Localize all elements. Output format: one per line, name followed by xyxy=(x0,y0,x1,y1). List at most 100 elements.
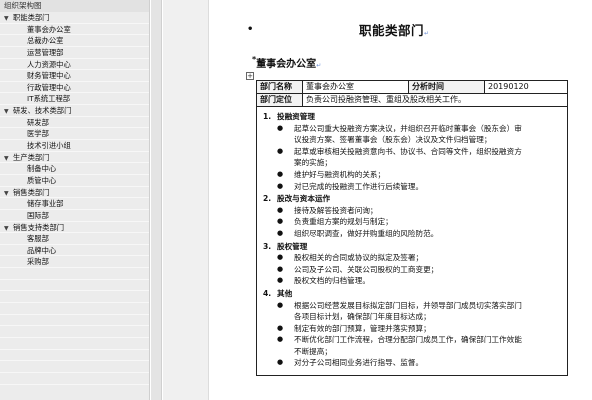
disclosure-triangle-icon[interactable]: ▼ xyxy=(4,223,13,235)
navigation-pane-title: 组织架构图 xyxy=(0,0,149,12)
nav-item-label: 销售类部门 xyxy=(13,187,50,197)
scroll-gutter[interactable] xyxy=(151,0,162,400)
duty-item: ● 公司及子公司、关联公司股权的工商变更； xyxy=(263,264,561,276)
nav-item[interactable]: 总裁办公室 xyxy=(0,35,149,47)
nav-empty-row xyxy=(0,291,149,304)
duty-item: ● 对分子公司相同业务进行指导、监督。 xyxy=(263,357,561,369)
duty-item: ● 股权相关的合同或协议的拟定及签署； xyxy=(263,252,561,264)
nav-item-label: 行政管理中心 xyxy=(27,82,71,92)
nav-item-label: 采购部 xyxy=(27,257,49,267)
bullet-icon: ● xyxy=(277,205,284,214)
nav-item[interactable]: 客服部 xyxy=(0,233,149,245)
duty-item: ● 接待及解答投资者问询； xyxy=(263,205,561,217)
nav-item-label: 客服部 xyxy=(27,234,49,244)
nav-category[interactable]: ▼ 生产类部门 xyxy=(0,152,149,164)
nav-empty-row xyxy=(0,268,149,280)
duty-group-number: 4. xyxy=(263,288,272,298)
nav-item[interactable]: 行政管理中心 xyxy=(0,82,149,94)
nav-item-label: 销售支持类部门 xyxy=(13,222,65,232)
disclosure-triangle-icon[interactable]: ▼ xyxy=(4,188,13,200)
nav-empty-row xyxy=(0,280,149,292)
duty-item: ● 对已完成的投融资工作进行后续管理。 xyxy=(263,181,561,193)
duty-group-title: 1. 投融资管理 xyxy=(263,111,561,123)
nav-item[interactable]: 国际部 xyxy=(0,210,149,222)
bullet-icon: ● xyxy=(277,335,284,344)
nav-item[interactable]: 人力资源中心 xyxy=(0,59,149,71)
bullet-icon: ● xyxy=(277,217,284,226)
page-title: 职能类部门↵ xyxy=(359,20,430,39)
duty-group-title-text: 股改与资本运作 xyxy=(277,194,331,204)
nav-category[interactable]: ▼ 销售类部门 xyxy=(0,187,149,199)
nav-item[interactable]: 董事会办公室 xyxy=(0,24,149,36)
bullet-icon: ● xyxy=(277,228,284,237)
nav-item[interactable]: 制备中心 xyxy=(0,163,149,175)
duty-group-title: 3. 股权管理 xyxy=(263,241,561,253)
duty-item-line: 公司及子公司、关联公司股权的工商变更； xyxy=(294,264,439,274)
nav-item-label: 董事会办公室 xyxy=(27,24,71,34)
duty-item-continuation: 不断提高； xyxy=(294,346,332,356)
duty-item-continuation: 议投资方案、签署董事会（股东会）决议及文件归档管理； xyxy=(294,135,492,145)
disclosure-triangle-icon[interactable]: ▼ xyxy=(4,153,13,165)
nav-item[interactable]: 储存事业部 xyxy=(0,198,149,210)
paragraph-mark-icon: ↵ xyxy=(316,62,322,69)
duty-item-text: 不断优化部门工作流程，合理分配部门成员工作，确保部门工作效能 xyxy=(294,334,561,346)
nav-empty-row xyxy=(0,303,149,315)
nav-item[interactable]: 财务管理中心 xyxy=(0,70,149,82)
duty-item-text: 起草公司重大投融资方案决议，并组织召开临时董事会（股东会）审 xyxy=(294,123,561,135)
duties-cell[interactable]: 1. 投融资管理 ● 起草公司重大投融资方案决议，并组织召开临时董事会（股东会）审 议投… xyxy=(257,107,567,369)
duty-group-number: 3. xyxy=(263,241,272,251)
paragraph-mark-icon: ↵ xyxy=(424,30,430,37)
analysis-time-value[interactable]: 20190120 xyxy=(485,81,567,93)
title-bullet: • xyxy=(247,24,254,35)
duty-item: ● 不断优化部门工作流程，合理分配部门成员工作，确保部门工作效能 xyxy=(263,334,561,346)
duty-item-line: 维护好与融资机构的关系； xyxy=(294,169,386,179)
duty-item: ● 根据公司经营发展目标拟定部门目标，并领导部门成员切实落实部门 xyxy=(263,300,561,312)
nav-item[interactable]: IT系统工程部 xyxy=(0,93,149,106)
nav-item-label: 国际部 xyxy=(27,210,49,220)
nav-item[interactable]: 品牌中心 xyxy=(0,245,149,257)
duty-item-continuation: 案的实施； xyxy=(294,158,332,168)
disclosure-triangle-icon[interactable]: ▼ xyxy=(4,13,13,25)
nav-item[interactable]: 研发部 xyxy=(0,117,149,129)
document-canvas-margin xyxy=(163,0,208,400)
duty-item-text: 制定有效的部门预算，管理并落实预算； xyxy=(294,323,561,335)
duty-item-text: 股权相关的合同或协议的拟定及签署； xyxy=(294,252,561,264)
nav-empty-row xyxy=(0,338,149,350)
nav-item-label: 储存事业部 xyxy=(27,199,64,209)
page-title-text: 职能类部门 xyxy=(359,23,425,38)
nav-item[interactable]: 运营管理部 xyxy=(0,47,149,59)
positioning-label: 部门定位 xyxy=(257,94,303,106)
duty-group-title: 4. 其他 xyxy=(263,288,561,300)
positioning-value[interactable]: 负责公司投融资管理、重组及股改相关工作。 xyxy=(303,94,567,106)
section-heading: *董事会办公室↵ xyxy=(252,55,321,70)
nav-empty-row xyxy=(0,315,149,327)
duty-item: ● 维护好与融资机构的关系； xyxy=(263,169,561,181)
duty-item-line: 股权文档的归档管理。 xyxy=(294,276,370,286)
duty-group-title: 2. 股改与资本运作 xyxy=(263,193,561,205)
nav-category[interactable]: ▼ 研发、技术类部门 xyxy=(0,105,149,117)
nav-item-label: 总裁办公室 xyxy=(27,36,64,46)
bullet-icon: ● xyxy=(277,123,284,132)
nav-category[interactable]: ▼ 职能类部门 xyxy=(0,12,149,24)
nav-category[interactable]: ▼ 销售支持类部门 xyxy=(0,222,149,234)
duty-item: ● 负责重组方案的规划与制定； xyxy=(263,216,561,228)
nav-item[interactable]: 采购部 xyxy=(0,256,149,269)
nav-item[interactable]: 医学部 xyxy=(0,128,149,141)
nav-empty-row xyxy=(0,326,149,338)
navigation-list: ▼ 职能类部门 董事会办公室 总裁办公室 运营管理部 人力资源中心 财务管理中心 行政管理中心… xyxy=(0,12,149,385)
nav-empty-row xyxy=(0,350,149,362)
duty-item: ● 制定有效的部门预算，管理并落实预算； xyxy=(263,323,561,335)
duty-item-line: 接待及解答投资者问询； xyxy=(294,205,378,215)
nav-item-label: 生产类部门 xyxy=(13,152,50,162)
nav-item-label: 研发、技术类部门 xyxy=(13,106,72,116)
duty-item: ● 组织尽职调查，做好并购重组的风险防范。 xyxy=(263,228,561,240)
dept-name-value[interactable]: 董事会办公室 xyxy=(303,81,409,93)
nav-item[interactable]: 技术引进小组 xyxy=(0,140,149,152)
disclosure-triangle-icon[interactable]: ▼ xyxy=(4,106,13,118)
nav-item-label: IT系统工程部 xyxy=(27,94,71,104)
duty-item-text: 对已完成的投融资工作进行后续管理。 xyxy=(294,181,561,193)
duty-item-text: 组织尽职调查，做好并购重组的风险防范。 xyxy=(294,228,561,240)
table-move-handle-icon[interactable]: + xyxy=(246,72,254,80)
duty-item-line: 对已完成的投融资工作进行后续管理。 xyxy=(294,181,424,191)
nav-item[interactable]: 质管中心 xyxy=(0,175,149,187)
